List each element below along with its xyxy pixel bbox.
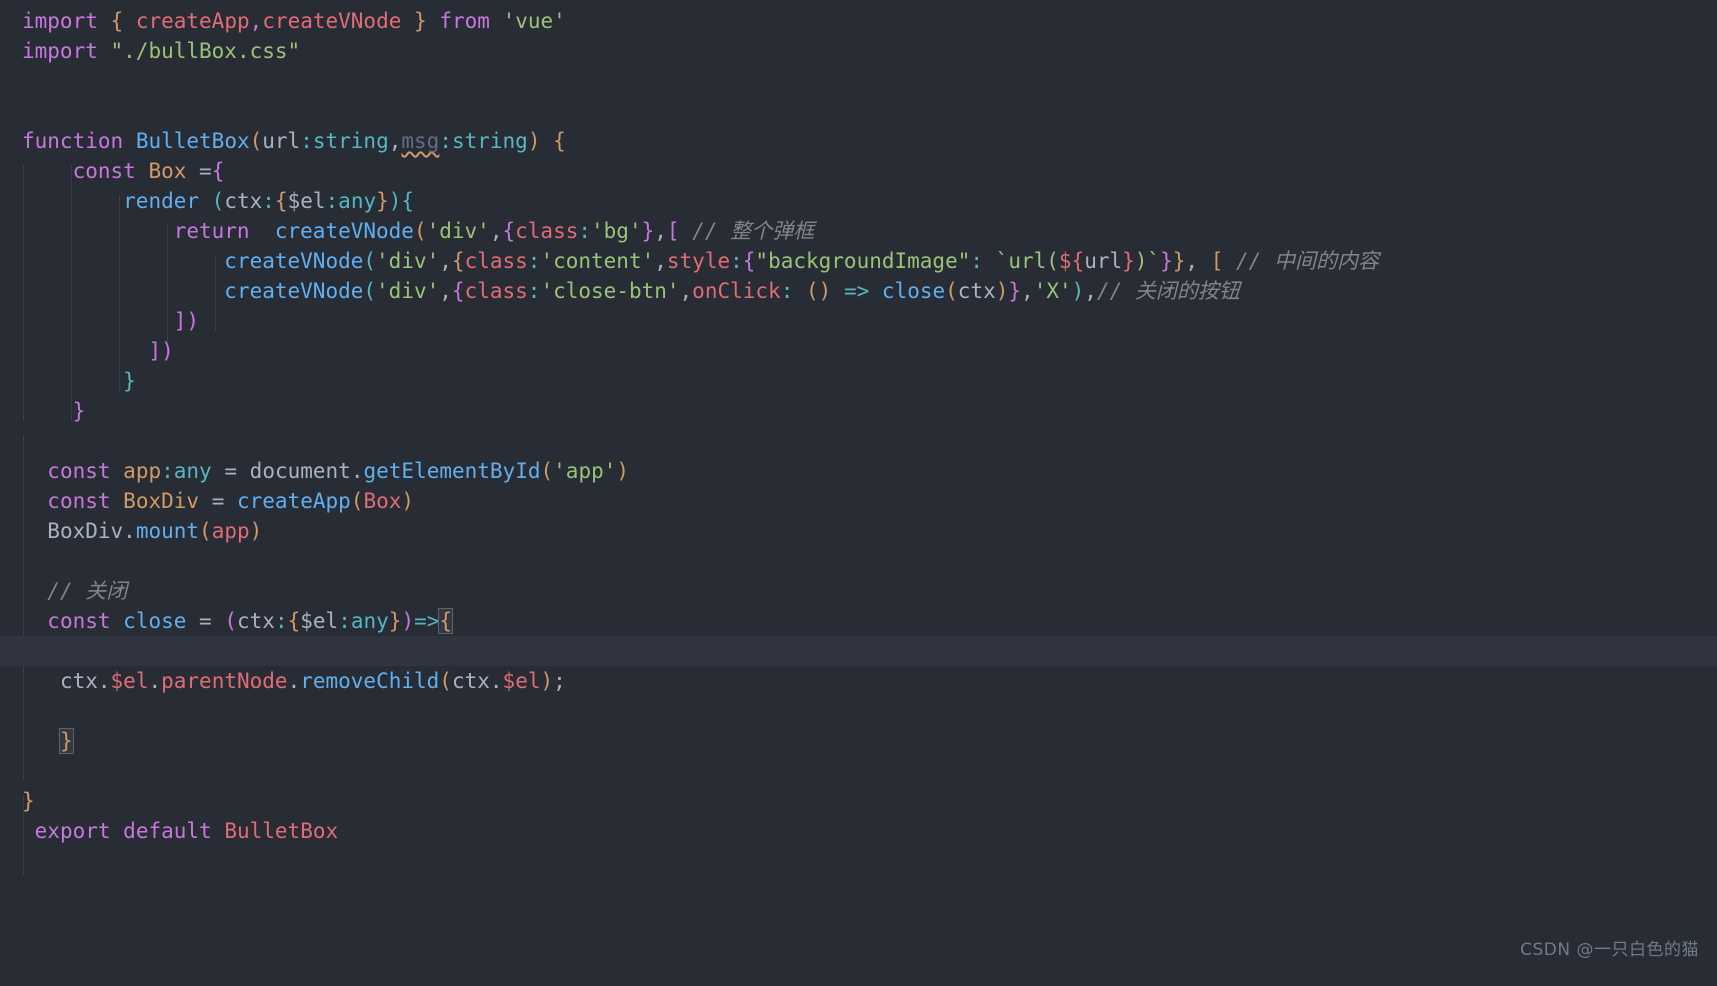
code-line[interactable] xyxy=(0,66,1717,96)
code-line[interactable]: export default BulletBox xyxy=(0,816,1717,846)
code-line[interactable]: import "./bullBox.css" xyxy=(0,36,1717,66)
code-line[interactable]: } xyxy=(0,366,1717,396)
code-line[interactable]: const app:any = document.getElementById(… xyxy=(0,456,1717,486)
code-line[interactable]: return createVNode('div',{class:'bg'},[ … xyxy=(0,216,1717,246)
code-lines[interactable]: import { createApp,createVNode } from 'v… xyxy=(0,6,1717,846)
code-line[interactable] xyxy=(0,96,1717,126)
code-line[interactable]: createVNode('div',{class:'close-btn',onC… xyxy=(0,276,1717,306)
code-line[interactable] xyxy=(0,696,1717,726)
code-line[interactable]: } xyxy=(0,396,1717,426)
code-line[interactable] xyxy=(0,756,1717,786)
code-editor[interactable]: import { createApp,createVNode } from 'v… xyxy=(0,0,1717,986)
code-line[interactable]: ]) xyxy=(0,336,1717,366)
code-line[interactable]: const close = (ctx:{$el:any})=>{ xyxy=(0,606,1717,636)
code-line[interactable] xyxy=(0,426,1717,456)
code-line[interactable]: import { createApp,createVNode } from 'v… xyxy=(0,6,1717,36)
code-line[interactable]: function BulletBox(url:string,msg:string… xyxy=(0,126,1717,156)
code-line-active[interactable] xyxy=(0,636,1717,666)
code-line[interactable]: // 关闭 xyxy=(0,576,1717,606)
watermark: CSDN @一只白色的猫 xyxy=(1520,940,1699,960)
code-line[interactable]: BoxDiv.mount(app) xyxy=(0,516,1717,546)
code-line[interactable]: createVNode('div',{class:'content',style… xyxy=(0,246,1717,276)
code-line[interactable]: const BoxDiv = createApp(Box) xyxy=(0,486,1717,516)
code-line[interactable] xyxy=(0,546,1717,576)
code-line[interactable]: } xyxy=(0,726,1717,756)
code-line[interactable]: render (ctx:{$el:any}){ xyxy=(0,186,1717,216)
code-line[interactable]: const Box ={ xyxy=(0,156,1717,186)
code-line[interactable]: ctx.$el.parentNode.removeChild(ctx.$el); xyxy=(0,666,1717,696)
code-line[interactable]: ]) xyxy=(0,306,1717,336)
code-line[interactable]: } xyxy=(0,786,1717,816)
